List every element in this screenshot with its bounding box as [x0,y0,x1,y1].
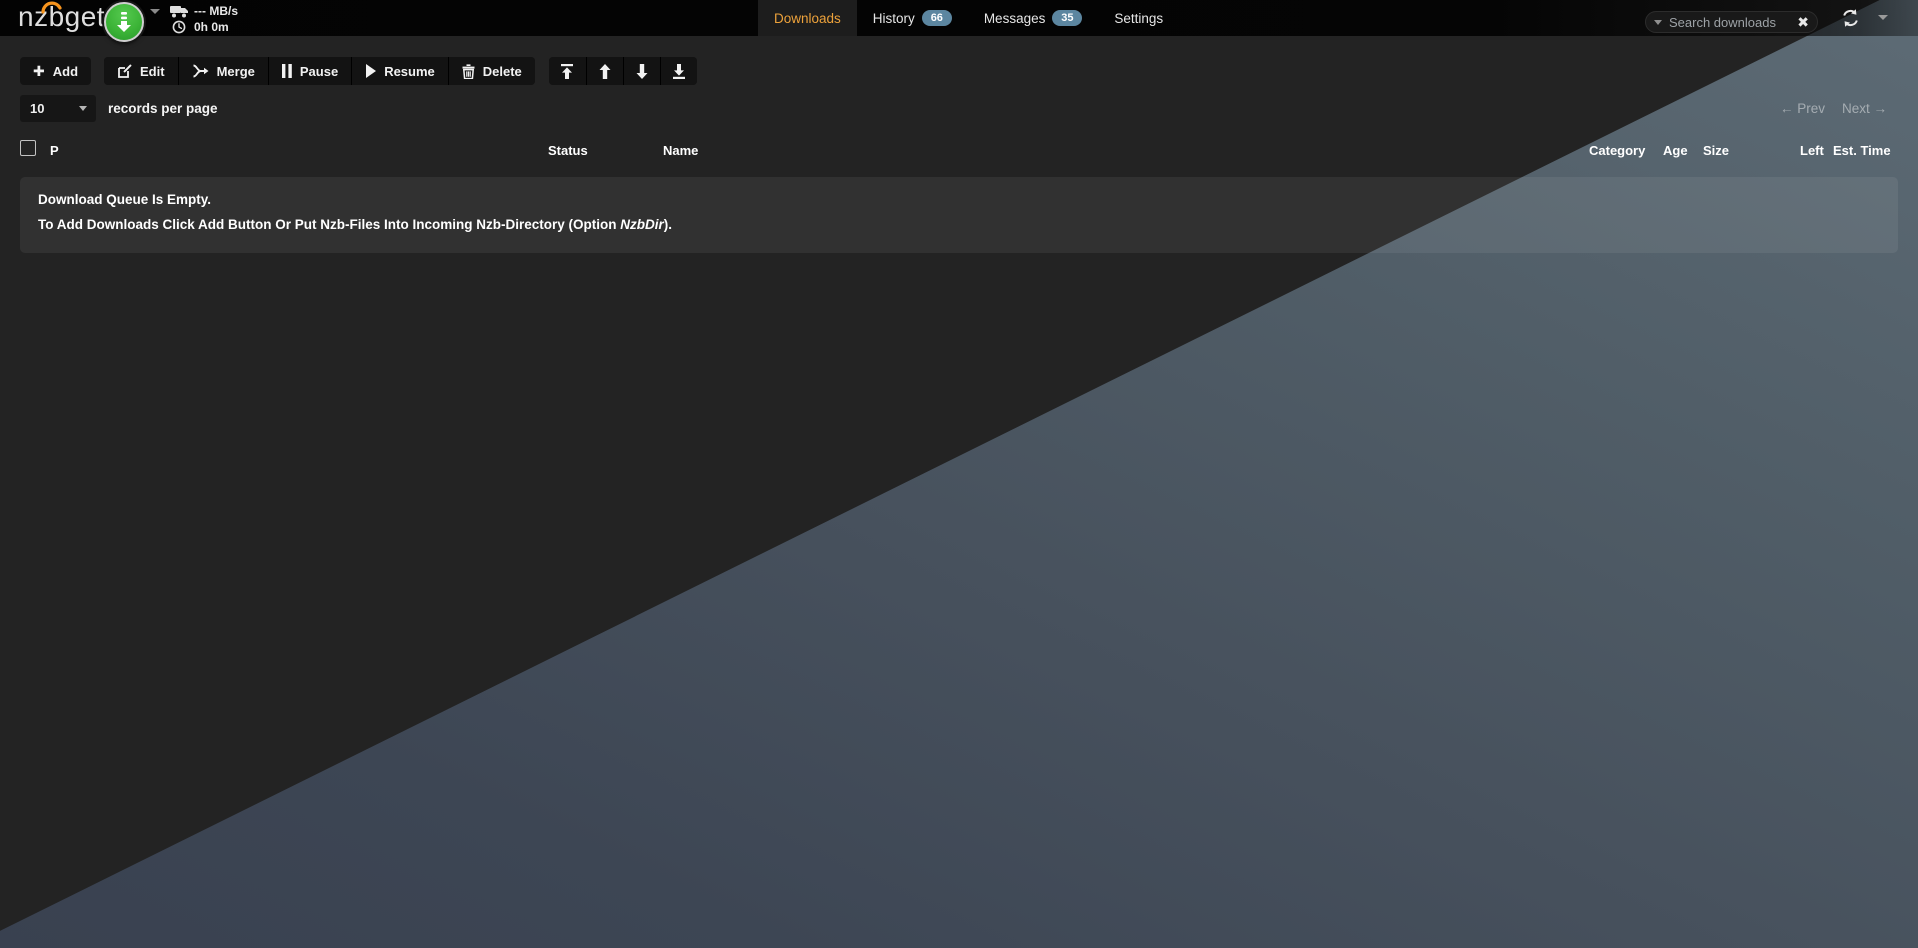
edit-button-label: Edit [140,64,165,79]
move-top-button[interactable] [549,57,586,85]
download-logo-button[interactable] [104,2,144,42]
delete-button[interactable]: Delete [448,57,535,85]
tab-history[interactable]: History 66 [857,0,968,36]
add-button[interactable]: ✚ Add [20,57,91,85]
edit-group: Edit Merge Pause [104,57,535,85]
next-page-link[interactable]: Next → [1842,101,1887,116]
pager-row: 10 records per page ← Prev Next → [0,95,1918,123]
prev-page-link[interactable]: ← Prev [1780,101,1825,116]
edit-icon [117,64,132,79]
speed-value: --- MB/s [194,5,238,17]
records-per-page-label: records per page [108,101,218,116]
plus-icon: ✚ [33,64,45,78]
tab-messages[interactable]: Messages 35 [968,0,1099,36]
column-age[interactable]: Age [1663,143,1688,158]
truck-icon [170,5,189,18]
refresh-caret-down-icon[interactable] [1878,15,1888,20]
main-nav: Downloads History 66 Messages 35 Setting… [758,0,1179,36]
trash-icon [462,64,475,79]
move-up-button[interactable] [586,57,623,85]
tab-downloads-label: Downloads [774,11,841,26]
empty-queue-title: Download Queue Is Empty. [38,192,1880,207]
tab-history-label: History [873,11,915,26]
delete-button-label: Delete [483,64,522,79]
records-per-page-select[interactable]: 10 [20,95,96,122]
nzbget-app: nzbget --- MB/s [0,0,1918,948]
add-group: ✚ Add [20,57,91,85]
empty-hint-suffix: ). [664,217,672,232]
logo-caret-down-icon[interactable] [150,9,160,14]
queue-toolbar: ✚ Add Edit Merge [20,57,697,85]
move-up-icon [598,64,612,79]
move-bottom-button[interactable] [660,57,697,85]
messages-count-badge: 35 [1052,10,1082,26]
download-logo-icon [114,11,134,33]
column-est-time[interactable]: Est. Time [1833,143,1891,158]
move-down-button[interactable] [623,57,660,85]
select-all-checkbox[interactable] [20,140,36,156]
pause-button-label: Pause [300,64,338,79]
column-priority[interactable]: P [50,143,59,158]
play-icon [365,64,376,78]
empty-queue-hint: To Add Downloads Click Add Button Or Put… [38,217,1880,232]
search-caret-icon[interactable] [1654,20,1662,25]
logo-signal-arc-icon [39,0,65,14]
uptime-value: 0h 0m [194,21,229,33]
merge-button-label: Merge [217,64,255,79]
records-per-page-value: 10 [30,101,44,116]
empty-queue-panel: Download Queue Is Empty. To Add Download… [20,177,1898,253]
resume-button-label: Resume [384,64,435,79]
empty-hint-prefix: To Add Downloads Click Add Button Or Put… [38,217,620,232]
move-bottom-icon [672,64,686,79]
clock-icon [172,20,186,34]
move-group [549,57,697,85]
history-count-badge: 66 [922,10,952,26]
search-input[interactable] [1669,15,1797,30]
edit-button[interactable]: Edit [104,57,178,85]
tab-settings[interactable]: Settings [1098,0,1179,36]
pause-icon [282,64,292,78]
pause-button[interactable]: Pause [268,57,351,85]
queue-table-header: P Status Name Category Age Size Left Est… [0,135,1918,177]
clear-search-icon[interactable]: ✖ [1797,15,1809,29]
resume-button[interactable]: Resume [351,57,448,85]
merge-button[interactable]: Merge [178,57,268,85]
tab-settings-label: Settings [1114,11,1163,26]
column-size[interactable]: Size [1703,143,1729,158]
refresh-button[interactable] [1840,8,1861,28]
move-top-icon [560,64,574,79]
top-navbar: nzbget --- MB/s [0,0,1918,36]
search-box: ✖ [1645,11,1818,33]
column-status[interactable]: Status [548,143,588,158]
column-left[interactable]: Left [1800,143,1824,158]
column-category[interactable]: Category [1589,143,1645,158]
column-name[interactable]: Name [663,143,698,158]
add-button-label: Add [53,64,78,79]
tab-downloads[interactable]: Downloads [758,0,857,36]
tab-messages-label: Messages [984,11,1046,26]
move-down-icon [635,64,649,79]
empty-hint-option: NzbDir [620,217,664,232]
select-caret-down-icon [79,106,87,111]
refresh-icon [1840,8,1861,28]
merge-icon [192,64,209,78]
